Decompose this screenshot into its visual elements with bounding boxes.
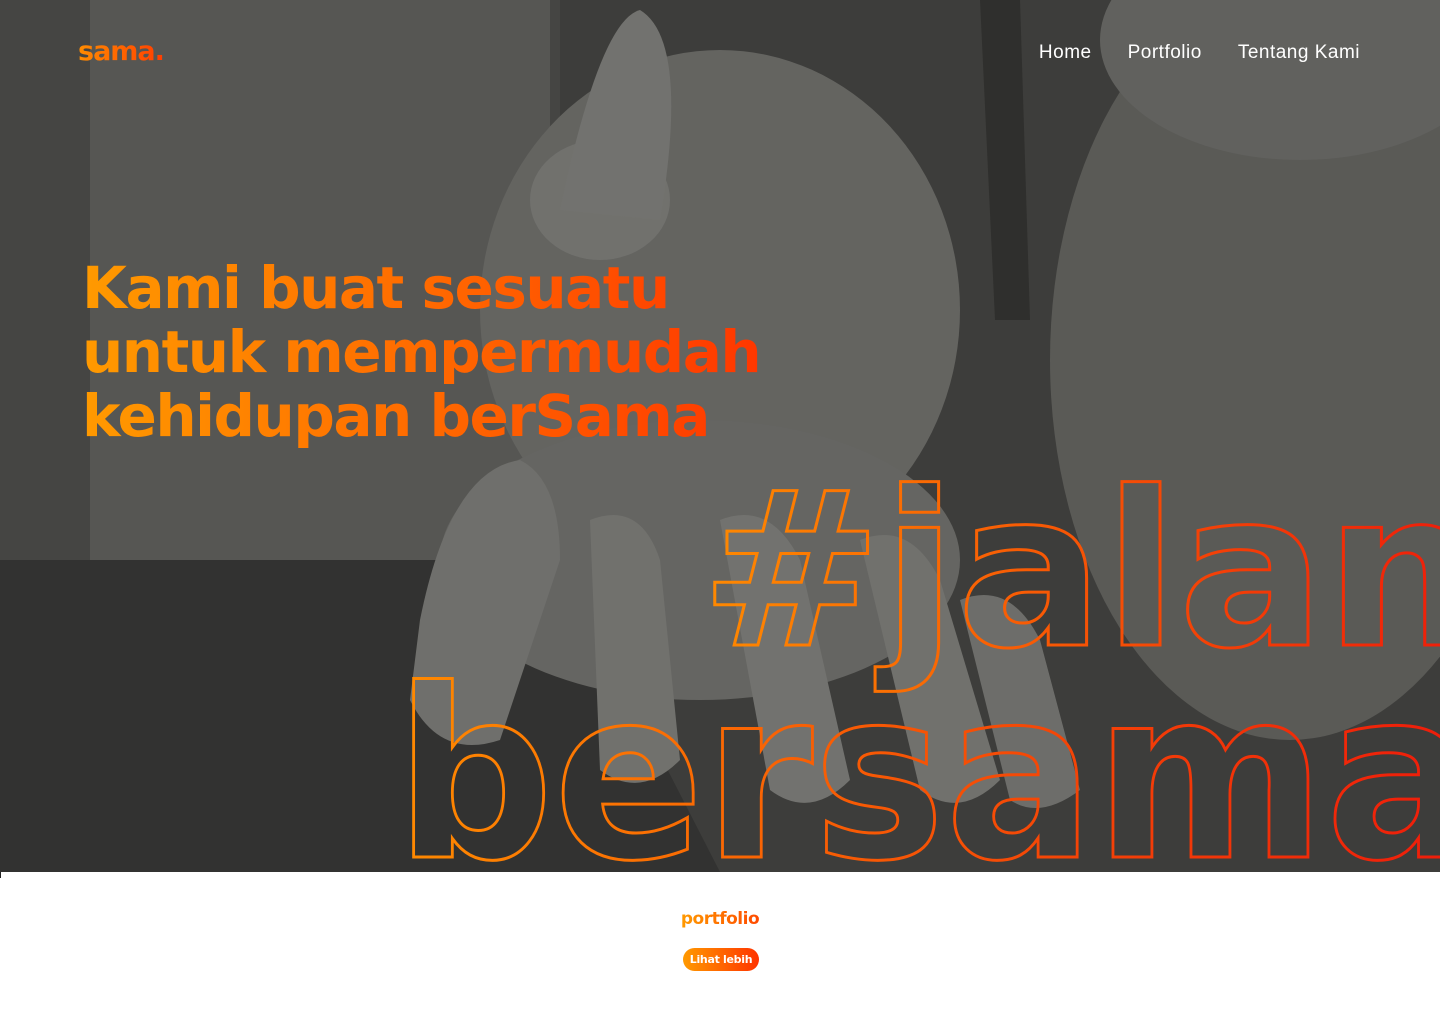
lihat-lebih-button[interactable]: Lihat lebih [683,948,759,971]
brand-logo[interactable]: sama. [78,36,165,67]
main-nav: Home Portfolio Tentang Kami [1039,42,1360,64]
headline-line-2: untuk mempermudah [82,318,761,386]
divider [0,872,1,878]
portfolio-heading-text: portfolio [680,909,760,929]
headline-line-3: kehidupan berSama [82,382,709,450]
headline-line-1: Kami buat sesuatu [82,254,669,322]
nav-tentang-kami[interactable]: Tentang Kami [1238,42,1360,64]
hero-headline: Kami buat sesuatu untuk mempermudah kehi… [82,256,842,448]
nav-portfolio[interactable]: Portfolio [1128,42,1202,64]
portfolio-heading: portfolio [0,909,1440,929]
nav-home[interactable]: Home [1039,42,1092,64]
hero-section: sama. Home Portfolio Tentang Kami Kami b… [0,0,1440,872]
